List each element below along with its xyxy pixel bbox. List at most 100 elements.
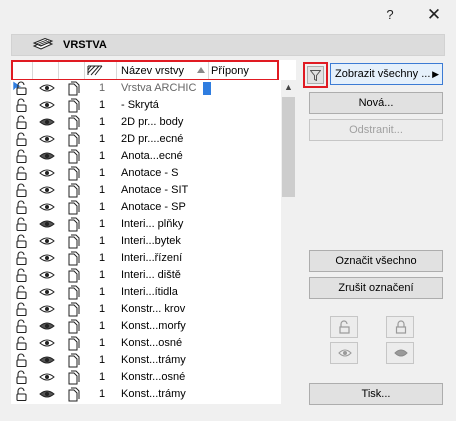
eye-icon[interactable]: [39, 387, 55, 401]
padlock-open-icon[interactable]: [15, 217, 29, 232]
padlock-open-icon[interactable]: [15, 166, 29, 181]
eye-icon[interactable]: [39, 200, 55, 214]
layer-row[interactable]: 1 Anotace - S: [11, 165, 281, 182]
layer-page-icon[interactable]: [66, 183, 80, 198]
padlock-open-icon[interactable]: [15, 132, 29, 147]
eye-icon[interactable]: [39, 183, 55, 197]
layer-row[interactable]: 1 Konstr...osné: [11, 369, 281, 386]
lock-selected-button[interactable]: [386, 316, 414, 338]
layer-row[interactable]: 1 Konst...trámy: [11, 352, 281, 369]
layer-row[interactable]: 1 Interi...řízení: [11, 250, 281, 267]
select-all-button[interactable]: Označit všechno: [309, 250, 443, 272]
eye-icon[interactable]: [39, 285, 55, 299]
padlock-open-icon: [339, 320, 350, 334]
close-button[interactable]: ✕: [423, 4, 445, 26]
filter-button[interactable]: [307, 66, 324, 84]
eye-icon[interactable]: [39, 336, 55, 350]
eye-icon[interactable]: [39, 302, 55, 316]
eye-icon[interactable]: [39, 370, 55, 384]
layer-page-icon[interactable]: [66, 81, 80, 96]
layer-page-icon[interactable]: [66, 353, 80, 368]
print-button[interactable]: Tisk...: [309, 383, 443, 405]
padlock-open-icon[interactable]: [15, 149, 29, 164]
layer-page-icon[interactable]: [66, 98, 80, 113]
eye-icon[interactable]: [39, 234, 55, 248]
new-layer-button[interactable]: Nová...: [309, 92, 443, 114]
layer-page-icon[interactable]: [66, 370, 80, 385]
layer-page-icon[interactable]: [66, 302, 80, 317]
eye-icon[interactable]: [39, 166, 55, 180]
layer-row[interactable]: 1 Anotace - SIT: [11, 182, 281, 199]
layer-page-icon[interactable]: [66, 387, 80, 402]
layer-page-icon[interactable]: [66, 115, 80, 130]
layer-page-icon[interactable]: [66, 149, 80, 164]
show-selected-button[interactable]: [330, 342, 358, 364]
layer-row[interactable]: 1 2D pr....ecné: [11, 131, 281, 148]
padlock-open-icon[interactable]: [15, 81, 29, 96]
layer-row[interactable]: 1 Anota...ecné: [11, 148, 281, 165]
selection-marker: [203, 82, 211, 95]
eye-icon[interactable]: [39, 251, 55, 265]
layer-row[interactable]: 1 Vrstva ARCHIC: [11, 80, 281, 97]
layer-row[interactable]: 1 Konstr... krov: [11, 301, 281, 318]
padlock-open-icon[interactable]: [15, 234, 29, 249]
layer-row[interactable]: 1 - Skrytá: [11, 97, 281, 114]
layer-page-icon[interactable]: [66, 319, 80, 334]
eye-icon[interactable]: [39, 319, 55, 333]
layer-page-icon[interactable]: [66, 268, 80, 283]
eye-icon[interactable]: [39, 132, 55, 146]
eye-icon[interactable]: [39, 217, 55, 231]
eye-icon[interactable]: [39, 98, 55, 112]
eye-icon[interactable]: [39, 353, 55, 367]
layer-row[interactable]: 1 Interi...ítidla: [11, 284, 281, 301]
padlock-open-icon[interactable]: [15, 285, 29, 300]
padlock-open-icon[interactable]: [15, 370, 29, 385]
layer-page-icon[interactable]: [66, 251, 80, 266]
section-title: VRSTVA: [63, 39, 107, 51]
layer-row[interactable]: 1 2D pr... body: [11, 114, 281, 131]
layer-row[interactable]: 1 Interi... plňky: [11, 216, 281, 233]
intersection-group-number: 1: [99, 320, 106, 332]
layer-page-icon[interactable]: [66, 166, 80, 181]
layer-page-icon[interactable]: [66, 217, 80, 232]
eye-icon[interactable]: [39, 115, 55, 129]
filter-highlight-frame: [303, 62, 328, 88]
deselect-all-button[interactable]: Zrušit označení: [309, 277, 443, 299]
layer-row[interactable]: 1 Interi... diště: [11, 267, 281, 284]
padlock-open-icon[interactable]: [15, 200, 29, 215]
padlock-open-icon[interactable]: [15, 268, 29, 283]
eye-icon[interactable]: [39, 149, 55, 163]
layer-row[interactable]: 1 Interi...bytek: [11, 233, 281, 250]
layer-page-icon[interactable]: [66, 285, 80, 300]
layer-page-icon[interactable]: [66, 132, 80, 147]
padlock-open-icon[interactable]: [15, 183, 29, 198]
layer-section-header[interactable]: VRSTVA: [11, 34, 445, 56]
padlock-open-icon[interactable]: [15, 387, 29, 402]
layer-list[interactable]: Název vrstvy Přípony 1 Vrstva ARCHIC 1- Sk…: [11, 60, 296, 404]
hide-selected-button[interactable]: [386, 342, 414, 364]
eye-icon[interactable]: [39, 81, 55, 95]
padlock-open-icon[interactable]: [15, 115, 29, 130]
eye-icon[interactable]: [39, 268, 55, 282]
padlock-open-icon[interactable]: [15, 319, 29, 334]
delete-layer-button[interactable]: Odstranit...: [309, 119, 443, 141]
padlock-open-icon[interactable]: [15, 302, 29, 317]
scroll-up-arrow-icon[interactable]: ▲: [281, 80, 296, 95]
layer-row[interactable]: 1 Konst...morfy: [11, 318, 281, 335]
padlock-open-icon[interactable]: [15, 336, 29, 351]
list-scrollbar[interactable]: ▲: [281, 80, 296, 404]
unlock-selected-button[interactable]: [330, 316, 358, 338]
help-button[interactable]: ?: [379, 4, 401, 26]
show-all-dropdown[interactable]: Zobrazit všechny ... ▶: [330, 63, 443, 85]
padlock-open-icon[interactable]: [15, 251, 29, 266]
layer-name: Interi...řízení: [121, 252, 183, 264]
layer-row[interactable]: 1 Anotace - SP: [11, 199, 281, 216]
padlock-open-icon[interactable]: [15, 353, 29, 368]
scroll-thumb[interactable]: [282, 97, 295, 197]
layer-page-icon[interactable]: [66, 200, 80, 215]
layer-row[interactable]: 1 Konst...trámy: [11, 386, 281, 403]
layer-page-icon[interactable]: [66, 234, 80, 249]
padlock-open-icon[interactable]: [15, 98, 29, 113]
layer-page-icon[interactable]: [66, 336, 80, 351]
layer-row[interactable]: 1 Konst...osné: [11, 335, 281, 352]
